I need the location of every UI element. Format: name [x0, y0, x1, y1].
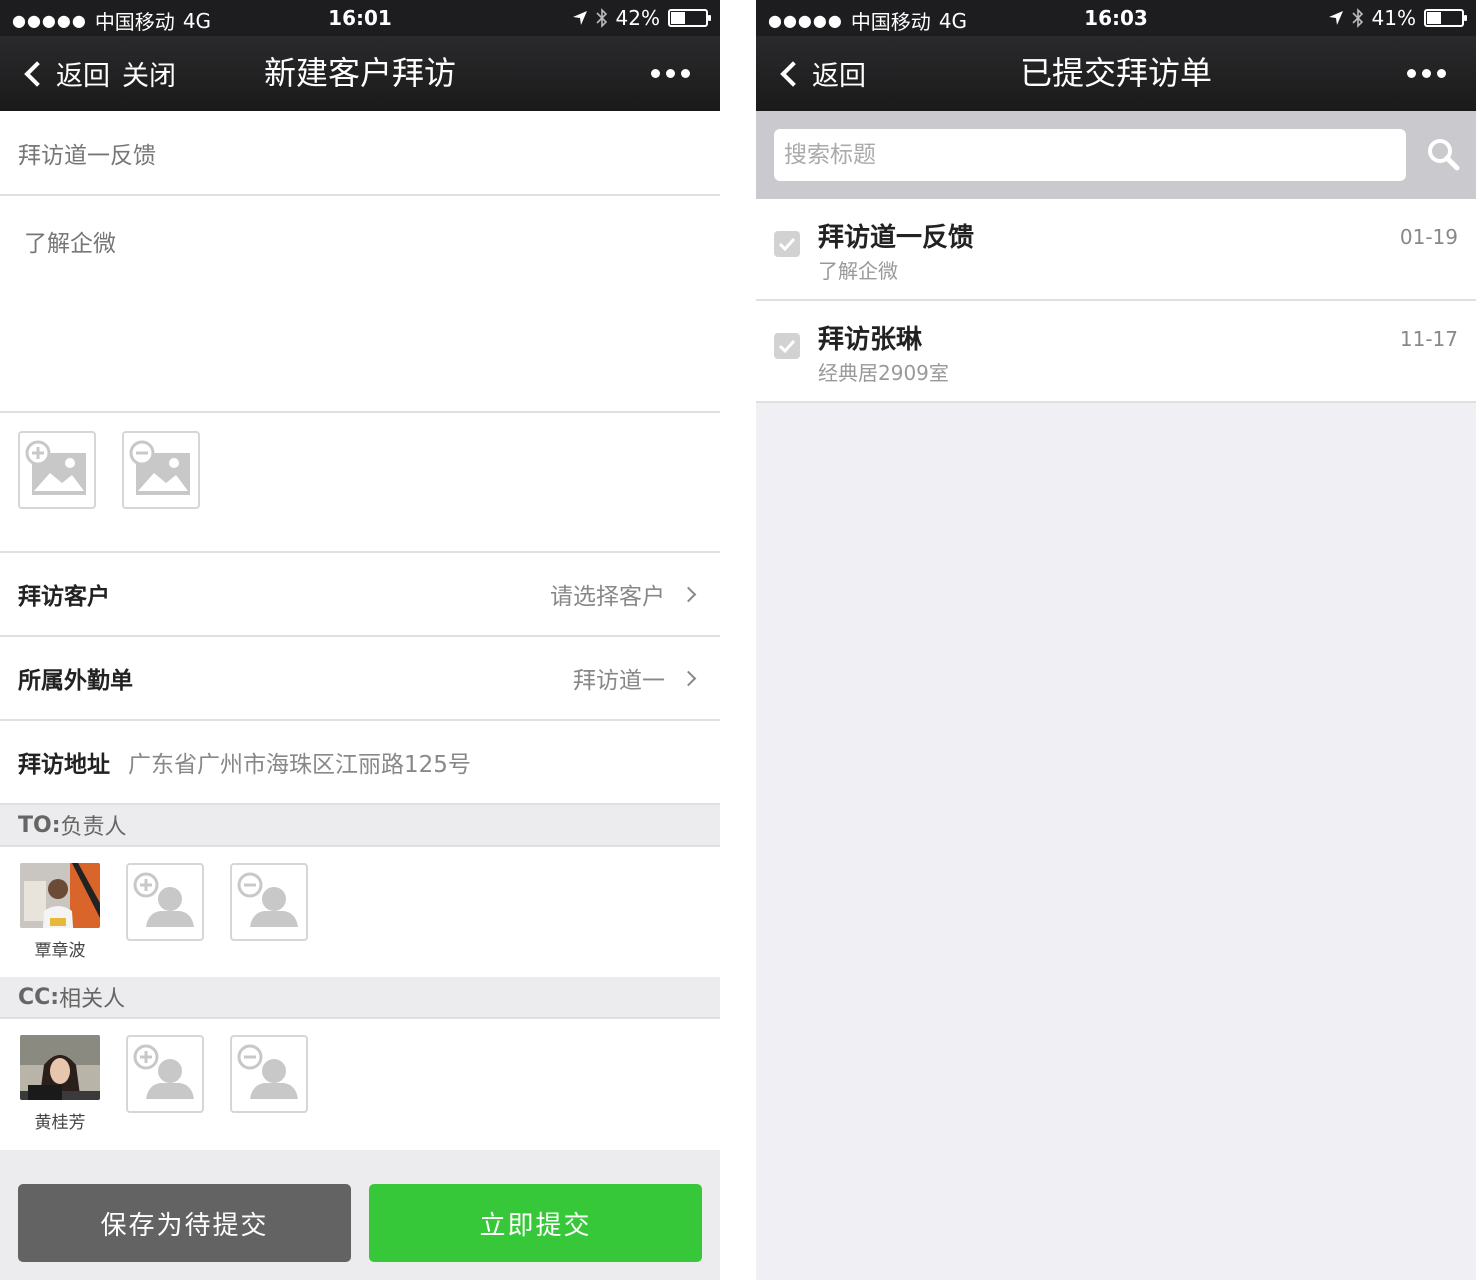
battery-percent: 42% [615, 6, 660, 30]
visit-address-label: 拜访地址 [18, 752, 110, 778]
visit-customer-value: 请选择客户 [550, 584, 665, 610]
search-icon[interactable] [1426, 137, 1460, 171]
remove-person-icon[interactable] [230, 1035, 308, 1113]
bluetooth-icon [595, 8, 607, 28]
person-name: 黄桂芳 [34, 1113, 86, 1133]
item-subtitle: 经典居2909室 [818, 361, 949, 385]
battery-icon [668, 9, 711, 27]
footer-actions: 保存为待提交 立即提交 [0, 1150, 720, 1280]
submitted-visits-screen: ●●●●● 中国移动 4G 16:03 41% 返回 已提交拜访单 搜索标题 拜… [756, 0, 1476, 1280]
avatar [20, 863, 100, 928]
person-item[interactable]: 覃章波 [20, 863, 100, 961]
list-item[interactable]: 拜访张琳 经典居2909室 11-17 [756, 301, 1476, 403]
nav-bar: 返回 关闭 新建客户拜访 [0, 36, 720, 111]
location-arrow-icon [572, 11, 587, 25]
submitted-visit-list: 拜访道一反馈 了解企微 01-19 拜访张琳 经典居2909室 11-17 [756, 199, 1476, 403]
visit-title-input[interactable]: 拜访道一反馈 [0, 111, 720, 196]
page-title: 已提交拜访单 [1019, 54, 1212, 92]
search-bar [756, 111, 1476, 199]
attendance-label: 所属外勤单 [18, 668, 133, 694]
more-icon[interactable] [1407, 36, 1446, 111]
image-attachments [0, 413, 720, 553]
cc-people-list: 黄桂芳 [0, 1019, 720, 1149]
page-title: 新建客户拜访 [263, 54, 456, 92]
status-bar: ●●●●● 中国移动 4G 16:01 42% [0, 0, 720, 36]
to-label: 负责人 [60, 815, 127, 840]
avatar [20, 1035, 100, 1100]
submit-button[interactable]: 立即提交 [369, 1184, 702, 1262]
person-name: 覃章波 [34, 941, 86, 961]
person-item[interactable]: 黄桂芳 [20, 1035, 100, 1133]
battery-icon [1424, 9, 1467, 27]
visit-address-row[interactable]: 拜访地址 广东省广州市海珠区江丽路125号 [0, 721, 720, 805]
to-section-header: TO: 负责人 [0, 805, 720, 847]
attendance-value: 拜访道一 [573, 668, 665, 694]
bluetooth-icon [1351, 8, 1363, 28]
save-draft-button[interactable]: 保存为待提交 [18, 1184, 351, 1262]
location-arrow-icon [1328, 11, 1343, 25]
cc-label: 相关人 [59, 987, 126, 1012]
attendance-row[interactable]: 所属外勤单 拜访道一 [0, 637, 720, 721]
list-item[interactable]: 拜访道一反馈 了解企微 01-19 [756, 199, 1476, 301]
remove-person-icon[interactable] [230, 863, 308, 941]
visit-customer-row[interactable]: 拜访客户 请选择客户 [0, 553, 720, 637]
cc-prefix: CC: [18, 984, 60, 1010]
remove-image-icon[interactable] [122, 431, 200, 509]
to-prefix: TO: [18, 812, 61, 838]
add-person-icon[interactable] [126, 863, 204, 941]
cc-section-header: CC: 相关人 [0, 977, 720, 1019]
chevron-right-icon [680, 586, 697, 602]
checkbox-icon[interactable] [774, 333, 800, 359]
status-bar: ●●●●● 中国移动 4G 16:03 41% [756, 0, 1476, 36]
item-date: 01-19 [1399, 225, 1458, 249]
item-subtitle: 了解企微 [818, 259, 898, 283]
item-title: 拜访张琳 [818, 325, 923, 355]
nav-bar: 返回 已提交拜访单 [756, 36, 1476, 111]
add-image-icon[interactable] [18, 431, 96, 509]
new-visit-screen: ●●●●● 中国移动 4G 16:01 42% 返回 关闭 新建客户拜访 拜访道… [0, 0, 720, 1280]
item-date: 11-17 [1399, 327, 1458, 351]
visit-customer-label: 拜访客户 [18, 584, 110, 610]
search-input[interactable] [774, 129, 1406, 181]
checkbox-icon[interactable] [774, 231, 800, 257]
battery-percent: 41% [1371, 6, 1416, 30]
add-person-icon[interactable] [126, 1035, 204, 1113]
more-icon[interactable] [651, 36, 690, 111]
chevron-right-icon [680, 670, 697, 686]
item-title: 拜访道一反馈 [818, 223, 975, 253]
visit-address-value: 广东省广州市海珠区江丽路125号 [128, 752, 471, 778]
visit-content-textarea[interactable]: 了解企微 [0, 196, 720, 413]
to-people-list: 覃章波 [0, 847, 720, 977]
